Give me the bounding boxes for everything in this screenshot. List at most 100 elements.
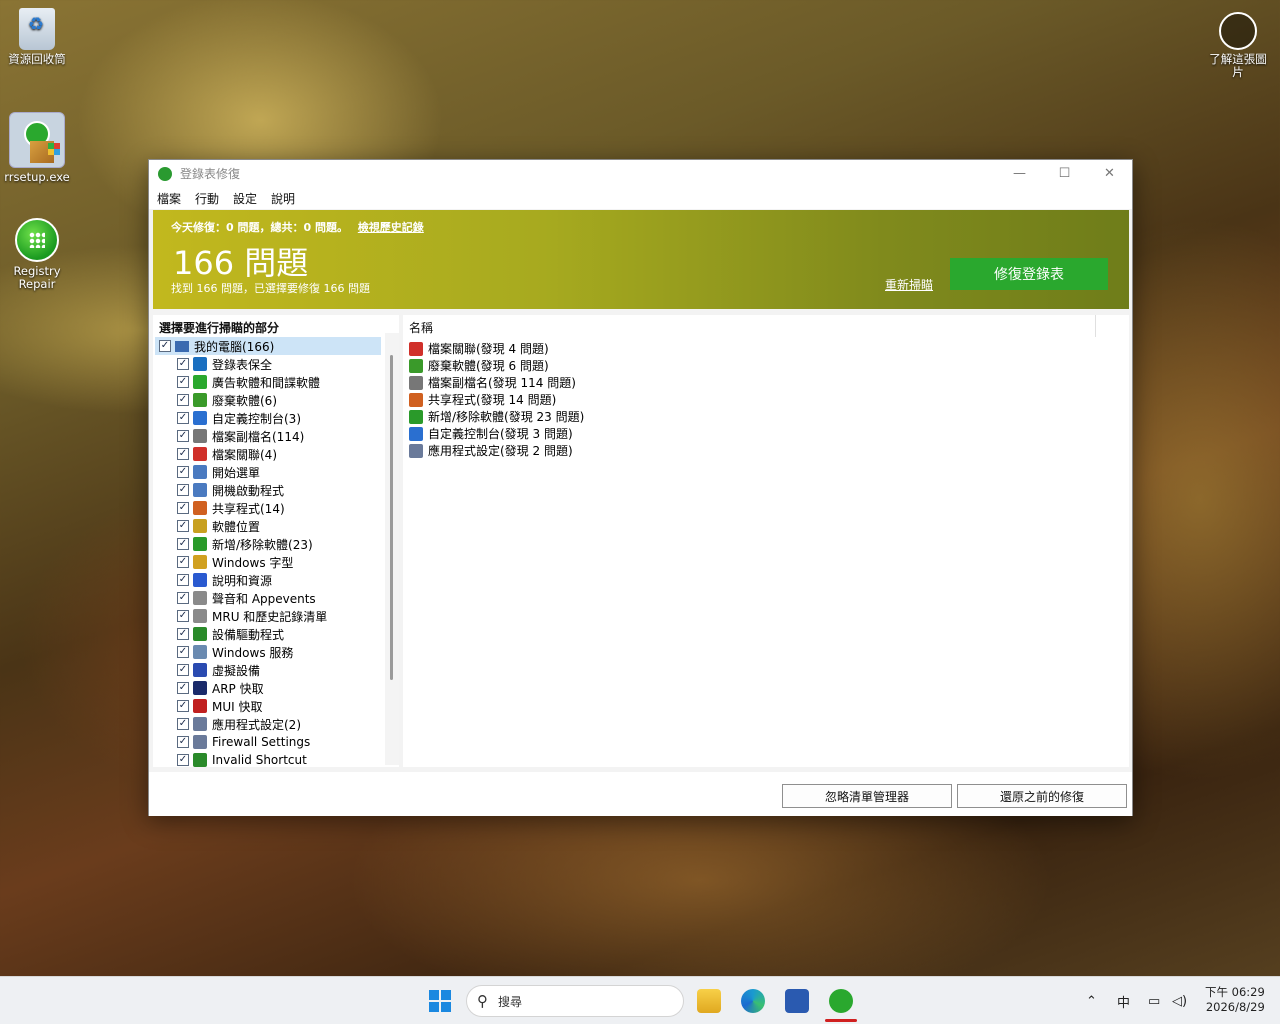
result-row[interactable]: 自定義控制台(發現 3 問題) [409,425,573,442]
tree-item[interactable]: ✓ 共享程式(14) [177,499,285,517]
tree-item-label: 廢棄軟體(6) [212,393,277,408]
checkbox[interactable]: ✓ [177,754,189,766]
file-explorer-icon[interactable] [697,989,721,1013]
tree-item[interactable]: ✓ 虛擬設備 [177,661,260,679]
checkbox[interactable]: ✓ [177,466,189,478]
checkbox[interactable]: ✓ [177,628,189,640]
tree-item[interactable]: ✓ 聲音和 Appevents [177,589,316,607]
tree-item[interactable]: ✓ 檔案副檔名(114) [177,427,304,445]
taskbar-search[interactable]: ⚲ 搜尋 [466,985,684,1017]
system-clock[interactable]: 下午 06:29 2026/8/29 [1205,985,1265,1015]
search-icon: ⚲ [477,992,488,1010]
fix-registry-button[interactable]: 修復登錄表 [950,258,1108,290]
checkbox[interactable]: ✓ [177,520,189,532]
checkbox[interactable]: ✓ [177,736,189,748]
tree-item-label: 廣告軟體和間諜軟體 [212,375,321,390]
checkbox[interactable]: ✓ [177,376,189,388]
trash-icon [409,358,423,373]
checkbox[interactable]: ✓ [177,700,189,712]
checkbox[interactable]: ✓ [177,610,189,622]
rescan-link[interactable]: 重新掃瞄 [885,276,933,293]
tree-item[interactable]: ✓ 新增/移除軟體(23) [177,535,313,553]
result-row[interactable]: 檔案關聯(發現 4 問題) [409,340,549,357]
registry-repair-shortcut[interactable]: Registry Repair [0,218,74,291]
title-bar[interactable]: 登錄表修復 — ☐ ✕ [149,160,1132,187]
scrollbar-thumb[interactable] [390,355,393,680]
checkbox[interactable]: ✓ [177,664,189,676]
learn-about-picture[interactable]: 了解這張圖 片 [1200,12,1276,79]
result-label: 自定義控制台(發現 3 問題) [428,427,573,441]
tree-item[interactable]: ✓ 應用程式設定(2) [177,715,301,733]
registry-repair-taskbar-icon[interactable] [829,989,853,1013]
tree-item[interactable]: ✓ 開始選單 [177,463,260,481]
menu-settings[interactable]: 設定 [233,190,257,207]
result-row[interactable]: 廢棄軟體(發現 6 問題) [409,357,549,374]
history-link[interactable]: 檢視歷史記錄 [358,221,424,234]
checkbox[interactable]: ✓ [177,448,189,460]
result-row[interactable]: 共享程式(發現 14 問題) [409,391,556,408]
tree-item[interactable]: ✓ 登錄表保全 [177,355,272,373]
mui-icon [193,699,207,713]
menu-action[interactable]: 行動 [195,190,219,207]
tree-item[interactable]: ✓ MRU 和歷史記錄清單 [177,607,327,625]
blocks-icon [409,426,423,441]
result-row[interactable]: 新增/移除軟體(發現 23 問題) [409,408,584,425]
result-row[interactable]: 檔案副檔名(發現 114 問題) [409,374,576,391]
checkbox[interactable]: ✓ [177,430,189,442]
menu-help[interactable]: 說明 [271,190,295,207]
minimize-button[interactable]: — [997,160,1042,187]
store-icon[interactable] [785,989,809,1013]
checkbox[interactable]: ✓ [177,592,189,604]
clock-time: 下午 06:29 [1205,985,1265,999]
column-divider [1095,315,1096,337]
sound-icon [193,591,207,605]
network-icon[interactable]: ▭ [1148,977,1160,1024]
recycle-bin-icon[interactable]: ♻ 資源回收筒 [0,8,74,66]
restore-button[interactable]: 還原之前的修復 [957,784,1127,808]
tree-item[interactable]: ✓ Windows 字型 [177,553,293,571]
tree-item[interactable]: ✓ 廣告軟體和間諜軟體 [177,373,320,391]
result-label: 新增/移除軟體(發現 23 問題) [428,410,585,424]
tree-item[interactable]: ✓ Invalid Shortcut [177,751,307,767]
checkbox[interactable]: ✓ [177,556,189,568]
tree-item[interactable]: ✓ 軟體位置 [177,517,260,535]
tree-item[interactable]: ✓ 設備驅動程式 [177,625,284,643]
tree-item[interactable]: ✓ 自定義控制台(3) [177,409,301,427]
tree-item[interactable]: ✓ 說明和資源 [177,571,272,589]
tree-item[interactable]: ✓ Windows 服務 [177,643,293,661]
checkbox[interactable]: ✓ [177,682,189,694]
checkbox[interactable]: ✓ [177,574,189,586]
checkbox[interactable]: ✓ [177,502,189,514]
window-title: 登錄表修復 [180,167,241,181]
menu-file[interactable]: 檔案 [157,190,181,207]
show-hidden-icons[interactable]: ⌃ [1086,977,1097,1024]
volume-icon[interactable]: ◁) [1172,977,1187,1024]
checkbox[interactable]: ✓ [177,412,189,424]
start-button[interactable] [429,990,451,1012]
checkbox[interactable]: ✓ [177,484,189,496]
shortcut-icon [193,753,207,767]
ignore-list-button[interactable]: 忽略清單管理器 [782,784,952,808]
settings-icon [409,443,423,458]
checkbox[interactable]: ✓ [159,340,171,352]
checkbox[interactable]: ✓ [177,394,189,406]
close-button[interactable]: ✕ [1087,160,1132,187]
ime-indicator[interactable]: 中 [1117,977,1130,1024]
result-row[interactable]: 應用程式設定(發現 2 問題) [409,442,573,459]
edge-icon[interactable] [741,989,765,1013]
checkbox[interactable]: ✓ [177,358,189,370]
tree-item[interactable]: ✓ 開機啟動程式 [177,481,284,499]
tree-item[interactable]: ✓ MUI 快取 [177,697,263,715]
tree-item[interactable]: ✓ Firewall Settings [177,733,310,751]
rrsetup-icon[interactable]: rrsetup.exe [0,112,74,184]
checkbox[interactable]: ✓ [177,718,189,730]
checkbox[interactable]: ✓ [177,538,189,550]
tree-item[interactable]: ✓ ARP 快取 [177,679,264,697]
maximize-button[interactable]: ☐ [1042,160,1087,187]
tree-scrollbar[interactable] [385,333,399,765]
column-header-name[interactable]: 名稱 [409,319,433,336]
tree-item[interactable]: ✓ 檔案關聯(4) [177,445,277,463]
checkbox[interactable]: ✓ [177,646,189,658]
tree-root-my-computer[interactable]: ✓ 我的電腦(166) [155,337,381,355]
tree-item[interactable]: ✓ 廢棄軟體(6) [177,391,277,409]
